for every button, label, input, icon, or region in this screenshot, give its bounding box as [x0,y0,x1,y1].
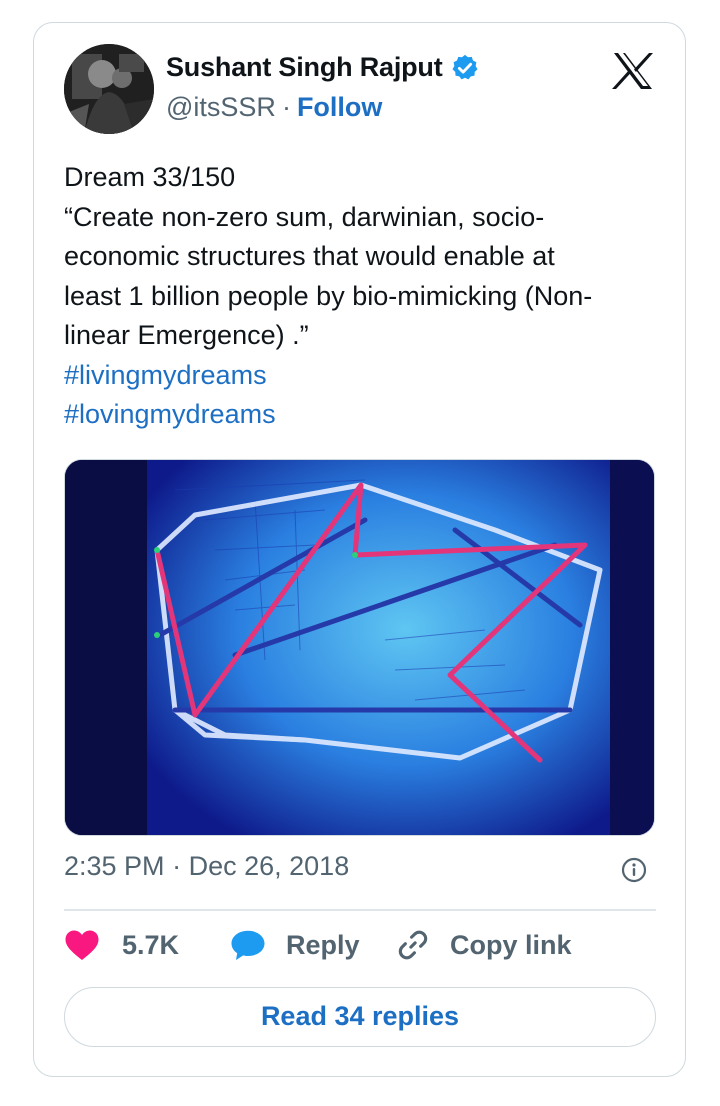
author-handle[interactable]: @itsSSR [166,92,276,123]
hashtag-link[interactable]: #lovingmydreams [64,395,664,435]
copy-link-button[interactable]: Copy link [396,928,572,962]
tweet-line: economic structures that would enable at [64,241,555,271]
avatar-photo [64,44,154,134]
tweet-line: linear Emergence) .” [64,320,309,350]
action-bar: 5.7K Reply Copy link [64,928,656,968]
tweet-line: least 1 billion people by bio-mimicking … [64,280,593,311]
tweet-line: Dream 33/150 [64,162,236,192]
reply-button[interactable]: Reply [230,928,360,962]
tweet-timestamp[interactable]: 2:35 PM · Dec 26, 2018 [64,851,349,882]
tweet-time: 2:35 PM [64,851,165,881]
follow-button[interactable]: Follow [297,92,382,123]
link-icon [398,930,428,960]
copy-link-label: Copy link [450,929,572,960]
handle-separator: · [281,92,291,122]
whiteboard-photo [65,460,654,835]
timestamp-separator: · [172,851,182,881]
handle-row: @itsSSR · Follow [166,92,382,123]
heart-icon [65,930,99,960]
author-name-row: Sushant Singh Rajput [166,52,480,83]
tweet-image[interactable] [64,459,655,836]
x-logo-icon[interactable] [612,52,654,90]
like-button[interactable]: 5.7K [64,928,179,962]
info-icon[interactable] [620,856,648,884]
speech-bubble-icon [231,930,265,960]
author-name[interactable]: Sushant Singh Rajput [166,52,443,83]
like-count: 5.7K [122,929,180,960]
hashtag-link[interactable]: #livingmydreams [64,356,664,396]
avatar[interactable] [64,44,154,134]
verified-badge-icon [452,54,477,79]
tweet-text: Dream 33/150 “Create non-zero sum, darwi… [64,158,664,435]
reply-label: Reply [286,929,360,960]
read-replies-button[interactable]: Read 34 replies [64,987,656,1047]
tweet-line: “Create non-zero sum, darwinian, socio- [64,201,545,232]
tweet-date: Dec 26, 2018 [188,851,350,881]
divider [64,909,656,911]
